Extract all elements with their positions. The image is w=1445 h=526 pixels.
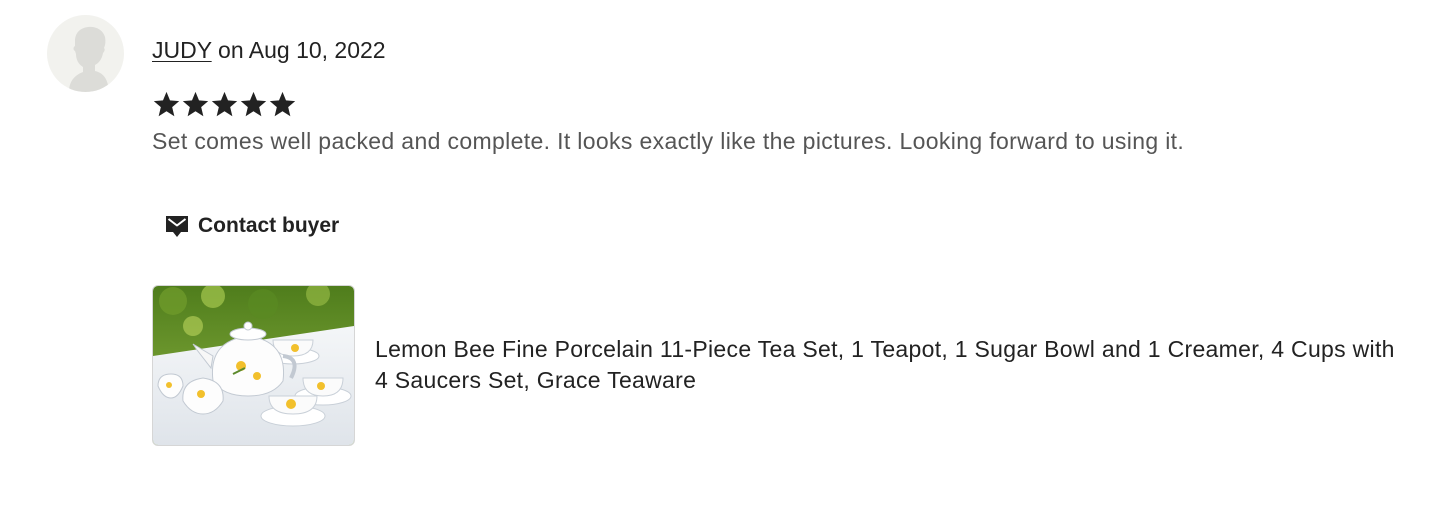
tea-set-photo bbox=[153, 285, 354, 445]
contact-buyer-label: Contact buyer bbox=[198, 214, 340, 237]
purchased-listing[interactable]: Lemon Bee Fine Porcelain 11-Piece Tea Se… bbox=[152, 284, 1402, 446]
review-date: on Aug 10, 2022 bbox=[211, 37, 386, 63]
star-filled-icon bbox=[153, 91, 180, 117]
reviewer-name-link[interactable]: JUDY bbox=[152, 37, 212, 63]
star-rating bbox=[152, 90, 297, 120]
envelope-icon bbox=[164, 213, 190, 239]
listing-title-link[interactable]: Lemon Bee Fine Porcelain 11-Piece Tea Se… bbox=[375, 334, 1395, 396]
star-filled-icon bbox=[211, 91, 238, 117]
contact-buyer-button[interactable]: Contact buyer bbox=[152, 204, 351, 248]
star-filled-icon bbox=[269, 91, 296, 117]
review-text: Set comes well packed and complete. It l… bbox=[152, 128, 1185, 154]
review-header: JUDY on Aug 10, 2022 bbox=[152, 36, 386, 64]
listing-thumbnail[interactable] bbox=[152, 284, 355, 446]
default-user-icon bbox=[69, 26, 109, 92]
reviewer-avatar[interactable] bbox=[47, 15, 124, 92]
star-filled-icon bbox=[240, 91, 267, 117]
star-filled-icon bbox=[182, 91, 209, 117]
